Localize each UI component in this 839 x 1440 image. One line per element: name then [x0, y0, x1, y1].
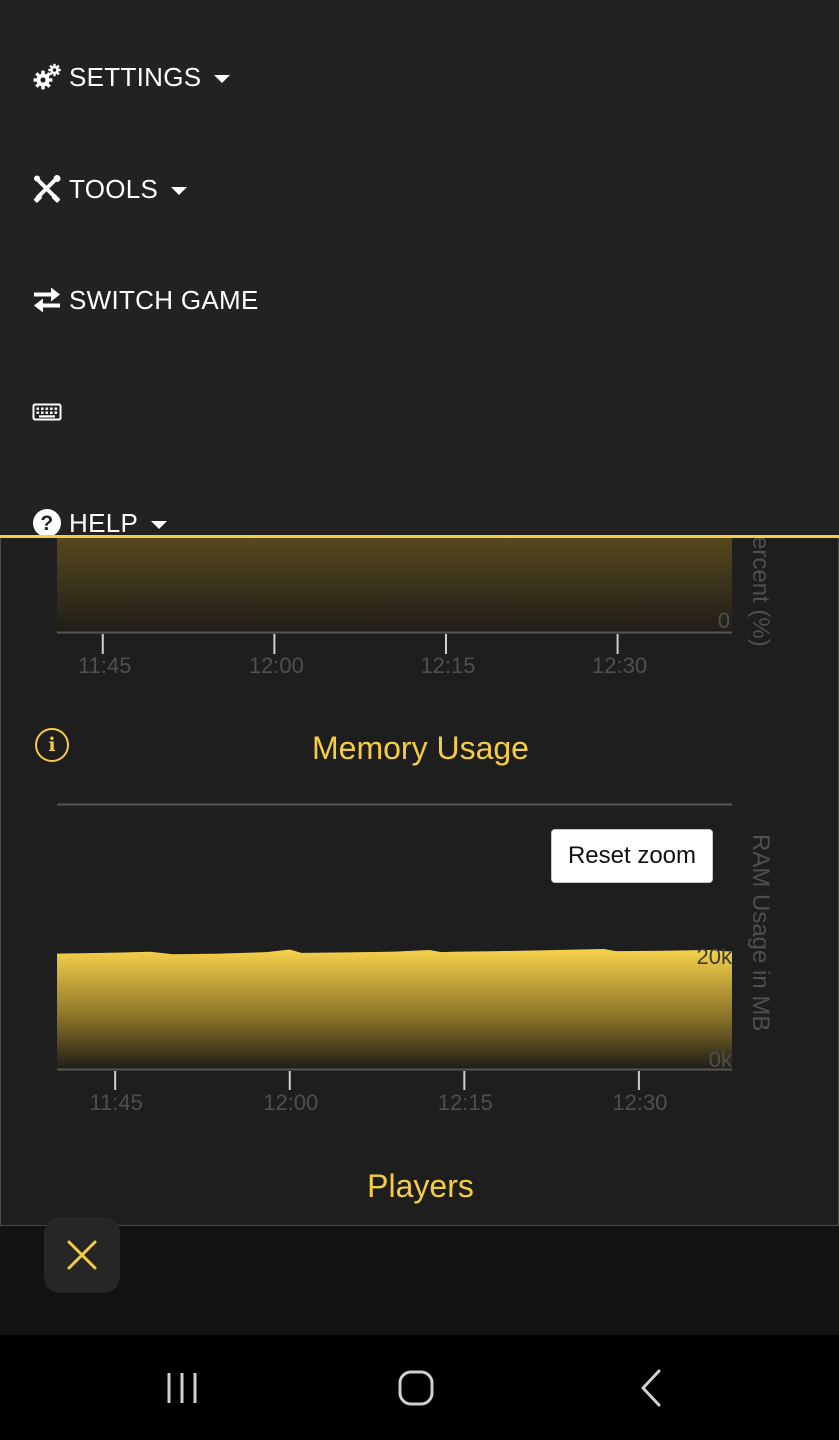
back-icon — [641, 1369, 661, 1407]
bottom-bar — [0, 1226, 839, 1335]
close-icon — [67, 1240, 97, 1270]
cpu-x-tick-label: 12:00 — [249, 653, 304, 678]
cpu-area-fill — [57, 538, 732, 632]
reset-zoom-button[interactable]: Reset zoom — [551, 829, 713, 883]
cpu-x-tick-label: 11:45 — [78, 653, 131, 678]
nav-settings-label: SETTINGS — [69, 61, 202, 92]
recent-apps-icon — [167, 1373, 197, 1403]
memory-y-tick-label: 0k — [709, 1047, 733, 1072]
exchange-icon — [32, 285, 62, 315]
dashboard-panel[interactable]: 11:45 12:00 12:15 12:30 0 ercent (%) i Memo… — [0, 538, 839, 1226]
memory-usage-title: Memory Usage — [312, 730, 529, 766]
nav-settings-dropdown[interactable]: SETTINGS — [32, 57, 231, 97]
recent-apps-button[interactable] — [160, 1365, 204, 1411]
memory-x-tick-label: 12:15 — [438, 1090, 493, 1115]
nav-switch-game-label: SWITCH GAME — [69, 284, 259, 315]
keyboard-icon — [32, 397, 62, 427]
home-button[interactable] — [394, 1365, 438, 1411]
close-button[interactable] — [44, 1217, 120, 1293]
question-circle-icon: ? — [32, 508, 62, 538]
home-icon — [398, 1370, 434, 1406]
nav-tools-dropdown[interactable]: TOOLS — [32, 169, 188, 209]
svg-text:?: ? — [40, 512, 53, 535]
nav-tools-label: TOOLS — [69, 173, 159, 204]
memory-x-tick-label: 12:00 — [263, 1090, 318, 1115]
players-title: Players — [367, 1168, 474, 1204]
memory-area-series — [57, 949, 732, 1069]
navigation-menu: SETTINGS TOOLS SWITCH GAME ? HELP — [0, 0, 839, 538]
system-navigation-bar — [0, 1335, 839, 1440]
tools-icon — [32, 174, 62, 204]
caret-down-icon — [151, 520, 168, 529]
memory-y-axis-label: RAM Usage in MB — [747, 834, 774, 1031]
memory-x-tick-label: 11:45 — [89, 1090, 142, 1115]
nav-help-label: HELP — [69, 507, 139, 538]
memory-x-tick-label: 12:30 — [612, 1090, 667, 1115]
cogs-icon — [32, 62, 62, 92]
cpu-y-axis-label: ercent (%) — [747, 538, 774, 647]
nav-keyboard-button[interactable] — [32, 392, 69, 432]
back-button[interactable] — [632, 1365, 672, 1411]
caret-down-icon — [171, 186, 188, 195]
cpu-x-tick-label: 12:30 — [592, 653, 647, 678]
caret-down-icon — [214, 74, 231, 83]
cpu-x-tick-label: 12:15 — [420, 653, 475, 678]
cpu-x-ticks: 11:45 12:00 12:15 12:30 — [78, 634, 647, 678]
nav-switch-game-link[interactable]: SWITCH GAME — [32, 280, 259, 320]
memory-usage-chart[interactable]: 11:45 12:00 12:15 12:30 0k 20k RAM Usage in … — [1, 788, 839, 1128]
cpu-usage-chart[interactable]: 11:45 12:00 12:15 12:30 0 ercent (%) — [1, 538, 839, 688]
nav-help-dropdown[interactable]: ? HELP — [32, 503, 168, 538]
memory-y-tick-label: 20k — [697, 944, 733, 969]
memory-x-ticks: 11:45 12:00 12:15 12:30 — [89, 1071, 667, 1115]
cpu-y-tick-label: 0 — [718, 608, 730, 633]
